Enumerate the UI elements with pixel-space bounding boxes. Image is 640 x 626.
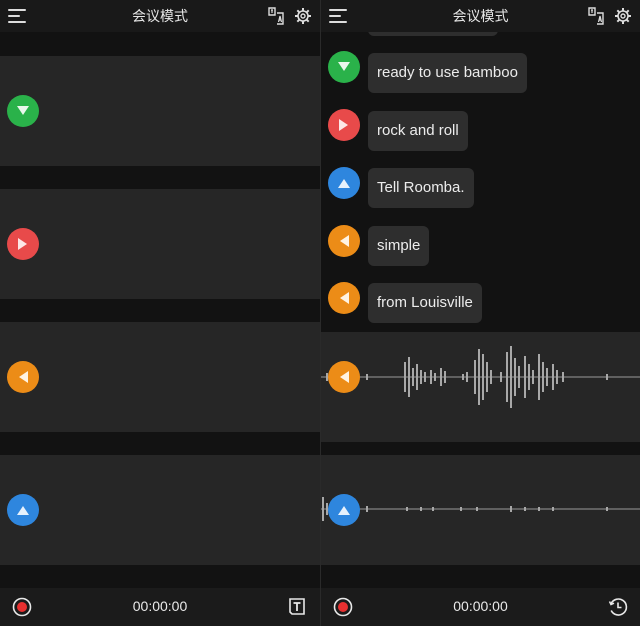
speaker-avatar-red[interactable] <box>7 228 39 260</box>
message-bubble[interactable]: simple <box>368 226 430 266</box>
speaker-avatar-orange[interactable] <box>7 361 39 393</box>
direction-left-icon <box>7 361 39 393</box>
bottom-bar: 00:00:00 <box>0 588 320 626</box>
right-panel: 会议模式 ready to use bamboo rock and roll T… <box>320 0 640 626</box>
message-bubble[interactable]: ready to use bamboo <box>368 53 527 93</box>
speaker-track <box>0 189 320 299</box>
translate-icon[interactable] <box>588 7 604 25</box>
speaker-avatar-blue[interactable] <box>328 494 360 526</box>
page-title: 会议模式 <box>452 8 509 24</box>
message-bubble[interactable]: Tell Roomba. <box>368 168 474 208</box>
direction-up-icon <box>328 494 360 526</box>
direction-left-icon <box>328 225 360 257</box>
waveform <box>321 346 640 408</box>
speaker-avatar-red[interactable] <box>328 109 360 141</box>
direction-right-icon <box>328 109 360 141</box>
message-bubble[interactable]: from Louisville <box>368 283 482 323</box>
speaker-track <box>0 322 320 432</box>
translate-icon[interactable] <box>268 7 284 25</box>
speaker-track <box>0 56 320 166</box>
page-title: 会议模式 <box>132 8 188 24</box>
direction-down-icon <box>328 51 360 83</box>
direction-up-icon <box>7 494 39 526</box>
history-icon[interactable] <box>608 597 628 617</box>
speaker-avatar-orange[interactable] <box>328 282 360 314</box>
speaker-avatar-orange[interactable] <box>328 361 360 393</box>
direction-up-icon <box>328 167 360 199</box>
live-speaker-track <box>321 332 640 442</box>
speaker-avatar-green[interactable] <box>328 51 360 83</box>
speaker-avatar-blue[interactable] <box>7 494 39 526</box>
gear-icon[interactable] <box>294 7 312 25</box>
speaker-avatar-green[interactable] <box>7 95 39 127</box>
gear-icon[interactable] <box>614 7 632 25</box>
left-panel: 会议模式 00:00:00 <box>0 0 320 626</box>
top-bar: 会议模式 <box>321 0 640 32</box>
direction-left-icon <box>328 361 360 393</box>
direction-down-icon <box>7 95 39 127</box>
waveform <box>321 497 640 521</box>
menu-icon[interactable] <box>329 8 347 24</box>
text-icon[interactable] <box>288 598 306 616</box>
timer: 00:00:00 <box>453 598 508 614</box>
message-bubble[interactable]: rock and roll <box>368 111 468 151</box>
timer: 00:00:00 <box>132 598 188 614</box>
speaker-avatar-blue[interactable] <box>328 167 360 199</box>
speaker-avatar-orange[interactable] <box>328 225 360 257</box>
bottom-bar: 00:00:00 <box>321 588 640 626</box>
direction-right-icon <box>7 228 39 260</box>
direction-left-icon <box>328 282 360 314</box>
speaker-track <box>0 455 320 565</box>
live-speaker-track <box>321 455 640 565</box>
menu-icon[interactable] <box>8 8 26 24</box>
top-bar: 会议模式 <box>0 0 320 32</box>
